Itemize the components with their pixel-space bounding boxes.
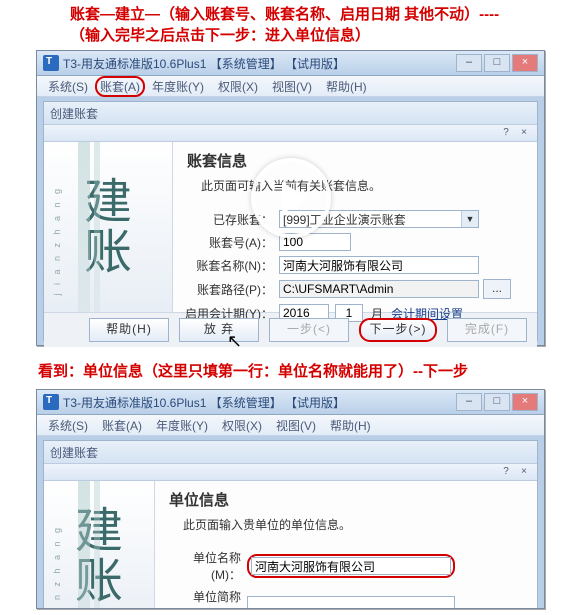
dialog-help-button[interactable]: ?	[497, 127, 515, 139]
form-desc: 此页面输入贵单位的单位信息。	[183, 516, 537, 533]
help-button[interactable]: 帮助(H)	[89, 318, 169, 342]
dialog-close-button[interactable]: ×	[515, 466, 533, 478]
instruction-caption-2: 看到：单位信息（这里只填第一行：单位名称就能用了）--下一步	[0, 352, 581, 387]
label-id: 账套号(A)：	[185, 234, 279, 251]
menu-account[interactable]: 账套(A)	[95, 416, 149, 435]
instruction-caption-1: 账套—建立—（输入账套号、账套名称、启用日期 其他不动）---- （输入完毕之后…	[0, 0, 581, 48]
label-unit-name: 单位名称(M)：	[167, 549, 247, 583]
dialog-caption: 创建账套	[50, 105, 98, 122]
menu-help[interactable]: 帮助(H)	[319, 77, 374, 96]
label-name: 账套名称(N)：	[185, 257, 279, 274]
menu-system[interactable]: 系统(S)	[41, 416, 95, 435]
prev-button: 一步(<)	[269, 318, 349, 342]
next-button[interactable]: 下一步(>)	[359, 318, 437, 342]
menu-year[interactable]: 年度账(Y)	[149, 416, 215, 435]
label-path: 账套路径(P)：	[185, 281, 279, 298]
input-unit-abbr[interactable]	[247, 596, 455, 609]
window-title: T3-用友通标准版10.6Plus1 【系统管理】 【试用版】	[63, 55, 456, 72]
menu-bar: 系统(S) 账套(A) 年度账(Y) 权限(X) 视图(V) 帮助(H)	[37, 415, 544, 436]
dialog-close-button[interactable]: ×	[515, 127, 533, 139]
wizard-side-panel: 建账 j i a n z h a n g	[44, 142, 173, 312]
play-overlay-icon[interactable]	[251, 158, 331, 238]
app-icon	[43, 55, 59, 71]
menu-year[interactable]: 年度账(Y)	[145, 77, 211, 96]
cursor-icon: ↖	[227, 331, 242, 352]
menu-view[interactable]: 视图(V)	[265, 77, 319, 96]
input-account-path	[279, 280, 479, 298]
close-button[interactable]: ×	[512, 393, 538, 411]
app-icon	[43, 394, 59, 410]
menu-bar: 系统(S) 账套(A) 年度账(Y) 权限(X) 视图(V) 帮助(H)	[37, 76, 544, 97]
input-account-name[interactable]	[279, 256, 479, 274]
maximize-button[interactable]: □	[484, 393, 510, 411]
browse-button[interactable]: ...	[483, 279, 511, 299]
label-unit-abbr: 单位简称(A)：	[167, 588, 247, 609]
dialog-caption: 创建账套	[50, 444, 98, 461]
minimize-button[interactable]: –	[456, 393, 482, 411]
menu-system[interactable]: 系统(S)	[41, 77, 95, 96]
menu-help[interactable]: 帮助(H)	[323, 416, 378, 435]
menu-priv[interactable]: 权限(X)	[211, 77, 265, 96]
menu-view[interactable]: 视图(V)	[269, 416, 323, 435]
cancel-button[interactable]: 放 弃	[179, 318, 259, 342]
wizard-side-panel: 建账 j i a n z h a n g	[44, 481, 155, 609]
finish-button: 完成(F)	[447, 318, 527, 342]
input-unit-name[interactable]	[251, 557, 451, 575]
form-title: 账套信息	[187, 150, 537, 171]
close-button[interactable]: ×	[512, 54, 538, 72]
maximize-button[interactable]: □	[484, 54, 510, 72]
menu-priv[interactable]: 权限(X)	[215, 416, 269, 435]
menu-account[interactable]: 账套(A)	[95, 76, 145, 97]
dialog-help-button[interactable]: ?	[497, 466, 515, 478]
window-title: T3-用友通标准版10.6Plus1 【系统管理】 【试用版】	[63, 394, 456, 411]
minimize-button[interactable]: –	[456, 54, 482, 72]
chevron-down-icon: ▼	[461, 211, 478, 227]
window-titlebar: T3-用友通标准版10.6Plus1 【系统管理】 【试用版】 – □ ×	[37, 390, 544, 415]
window-titlebar: T3-用友通标准版10.6Plus1 【系统管理】 【试用版】 – □ ×	[37, 51, 544, 76]
form-title: 单位信息	[169, 489, 537, 510]
